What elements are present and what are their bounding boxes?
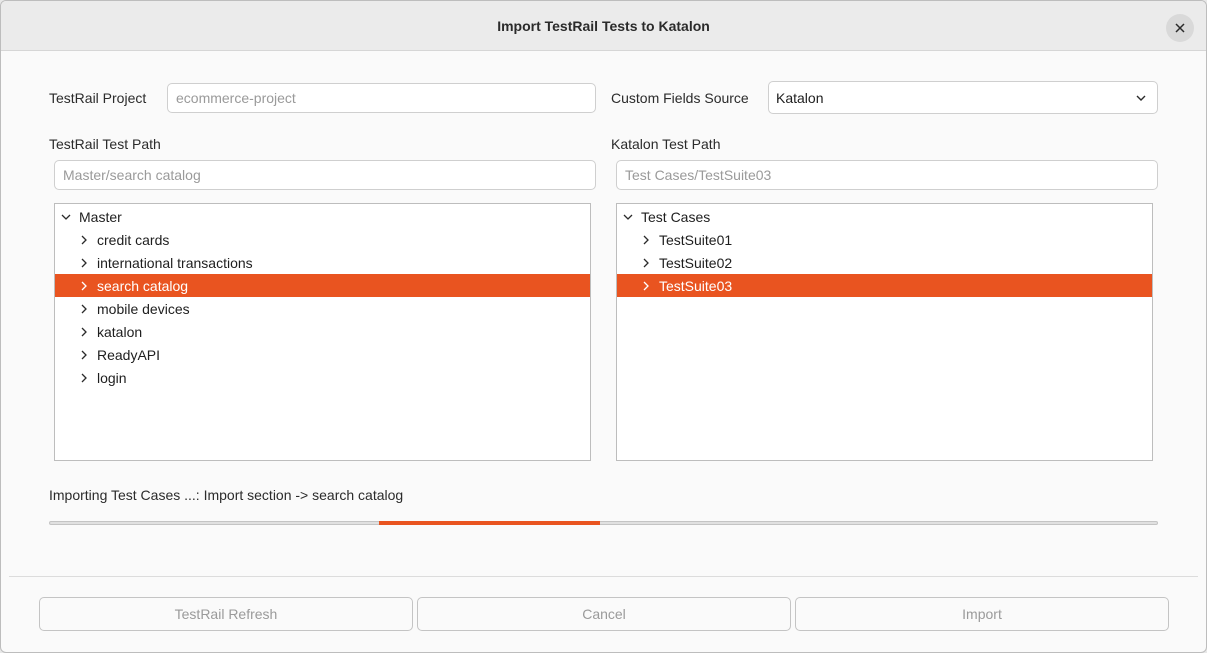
katalon-tree[interactable]: Test Cases TestSuite01 TestSuite02 TestSui…: [616, 203, 1153, 461]
title-bar: Import TestRail Tests to Katalon: [1, 1, 1206, 51]
dialog-title: Import TestRail Tests to Katalon: [497, 18, 710, 34]
chevron-right-icon[interactable]: [79, 235, 89, 245]
tree-item[interactable]: katalon: [55, 320, 590, 343]
tree-item-label: international transactions: [97, 254, 253, 271]
testrail-project-label: TestRail Project: [49, 90, 147, 106]
close-button[interactable]: [1166, 14, 1194, 42]
chevron-right-icon[interactable]: [641, 281, 651, 291]
tree-item[interactable]: TestSuite03: [617, 274, 1152, 297]
chevron-right-icon[interactable]: [79, 350, 89, 360]
tree-item[interactable]: international transactions: [55, 251, 590, 274]
custom-fields-source-label: Custom Fields Source: [611, 90, 749, 106]
chevron-down-icon[interactable]: [61, 212, 71, 222]
tree-item[interactable]: TestSuite02: [617, 251, 1152, 274]
testrail-project-input[interactable]: [167, 83, 596, 113]
close-icon: [1175, 23, 1185, 33]
testrail-test-path-label: TestRail Test Path: [49, 136, 161, 152]
import-dialog: Import TestRail Tests to Katalon TestRai…: [0, 0, 1207, 653]
import-button[interactable]: Import: [795, 597, 1169, 631]
progress-fill: [379, 521, 600, 525]
chevron-right-icon[interactable]: [79, 327, 89, 337]
import-status-text: Importing Test Cases ...: Import section…: [49, 487, 404, 503]
tree-item[interactable]: search catalog: [55, 274, 590, 297]
tree-item-label: katalon: [97, 323, 143, 340]
chevron-down-icon: [1136, 95, 1146, 101]
chevron-right-icon[interactable]: [641, 235, 651, 245]
testrail-refresh-button[interactable]: TestRail Refresh: [39, 597, 413, 631]
tree-item[interactable]: TestSuite01: [617, 228, 1152, 251]
tree-item[interactable]: login: [55, 366, 590, 389]
tree-item-label: login: [97, 369, 127, 386]
import-progress-bar: [49, 521, 1158, 525]
custom-fields-source-select[interactable]: Katalon: [768, 81, 1158, 114]
katalon-test-path-label: Katalon Test Path: [611, 136, 721, 152]
tree-item[interactable]: ReadyAPI: [55, 343, 590, 366]
testrail-test-path-input[interactable]: [54, 160, 596, 190]
chevron-right-icon[interactable]: [79, 304, 89, 314]
tree-root-label: Master: [79, 208, 122, 225]
tree-item-label: ReadyAPI: [97, 346, 161, 363]
chevron-right-icon[interactable]: [79, 258, 89, 268]
testrail-tree[interactable]: Master credit cards international transac…: [54, 203, 591, 461]
chevron-right-icon[interactable]: [641, 258, 651, 268]
custom-fields-source-value: Katalon: [776, 90, 824, 106]
tree-item-label: TestSuite03: [659, 277, 733, 294]
katalon-test-path-input[interactable]: [616, 160, 1158, 190]
tree-item-label: credit cards: [97, 231, 170, 248]
tree-item-label: search catalog: [97, 277, 189, 294]
tree-root-master[interactable]: Master: [55, 205, 590, 228]
chevron-right-icon[interactable]: [79, 281, 89, 291]
footer-divider: [9, 576, 1198, 577]
tree-item-label: TestSuite02: [659, 254, 733, 271]
tree-item[interactable]: credit cards: [55, 228, 590, 251]
tree-item[interactable]: mobile devices: [55, 297, 590, 320]
tree-item-label: mobile devices: [97, 300, 190, 317]
tree-root-label: Test Cases: [641, 208, 711, 225]
chevron-down-icon[interactable]: [623, 212, 633, 222]
chevron-right-icon[interactable]: [79, 373, 89, 383]
tree-item-label: TestSuite01: [659, 231, 733, 248]
cancel-button[interactable]: Cancel: [417, 597, 791, 631]
tree-root-test-cases[interactable]: Test Cases: [617, 205, 1152, 228]
